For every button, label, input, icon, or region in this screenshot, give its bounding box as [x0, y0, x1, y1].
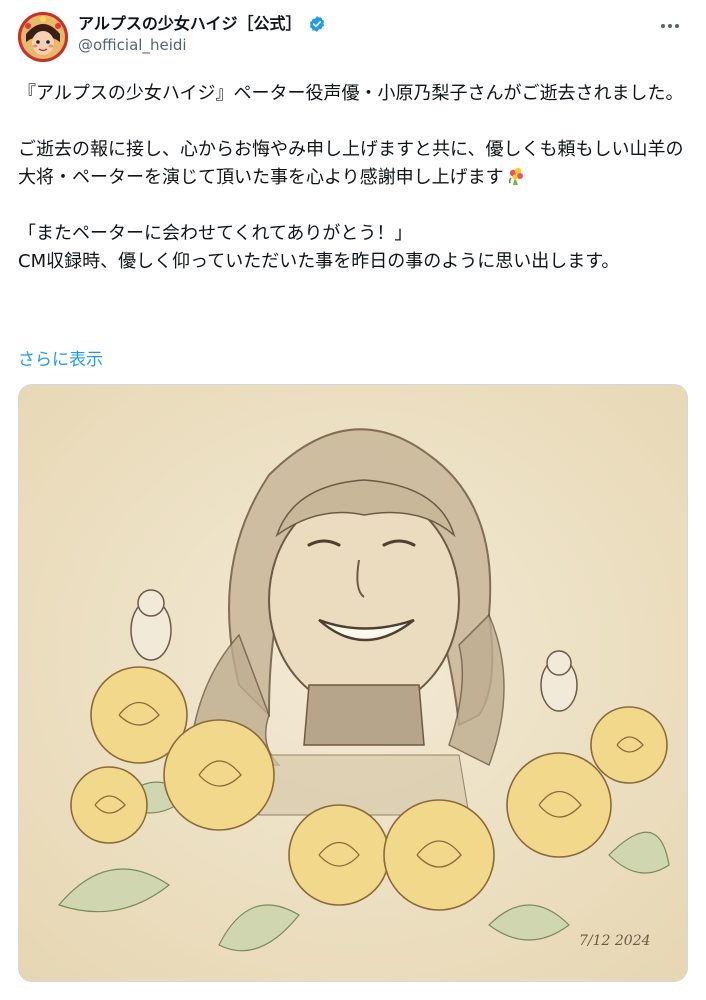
memorial-illustration: 7/12 2024 [19, 385, 687, 981]
illustration-signature: 7/12 2024 [579, 933, 651, 949]
tweet-paragraph-2-text: ご逝去の報に接し、心からお悔やみ申し上げますと共に、優しくも頼もしい山羊の大将・… [18, 139, 684, 188]
tweet-media-image[interactable]: 7/12 2024 [18, 384, 688, 982]
heidi-avatar-icon [18, 12, 68, 62]
tweet-text: 『アルプスの少女ハイジ』ペーター役声優・小原乃梨子さんがご逝去されました。 ご逝… [18, 80, 688, 276]
tweet-line-1: 『アルプスの少女ハイジ』ペーター役声優・小原乃梨子さんがご逝去されました。 [18, 83, 684, 104]
bouquet-emoji-icon [506, 166, 526, 186]
more-options-icon[interactable] [656, 16, 684, 36]
account-handle[interactable]: @official_heidi [78, 36, 326, 55]
tweet-quote: 「またペーターに会わせてくれてありがとう！」 [18, 223, 413, 244]
tweet-paragraph-4: CM収録時、優しく仰っていただいた事を昨日の事のように思い出します。 [18, 251, 620, 272]
display-name[interactable]: アルプスの少女ハイジ［公式］ [78, 14, 302, 34]
tweet-paragraph-2: ご逝去の報に接し、心からお悔やみ申し上げますと共に、優しくも頼もしい山羊の大将・… [18, 136, 688, 192]
show-more-link[interactable]: さらに表示 [18, 348, 103, 372]
tweet-header: アルプスの少女ハイジ［公式］ @official_heidi [18, 10, 688, 70]
avatar[interactable] [18, 12, 68, 62]
verified-badge-icon [308, 15, 326, 33]
